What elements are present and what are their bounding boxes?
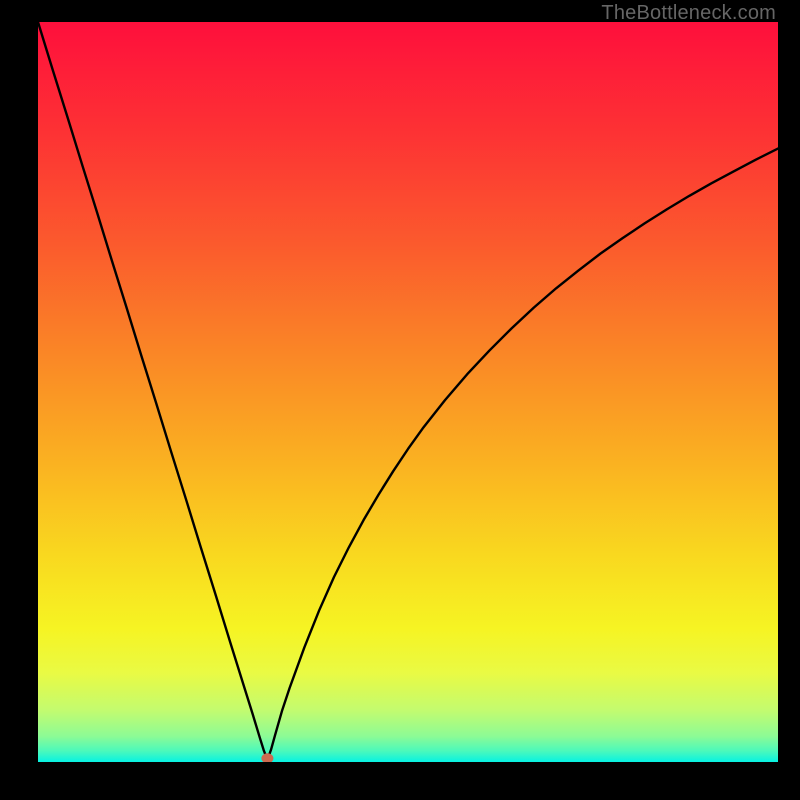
chart-canvas [38, 22, 778, 762]
chart-frame: TheBottleneck.com [0, 0, 800, 800]
gradient-background [38, 22, 778, 762]
watermark-text: TheBottleneck.com [601, 2, 776, 25]
plot-area [38, 22, 778, 762]
